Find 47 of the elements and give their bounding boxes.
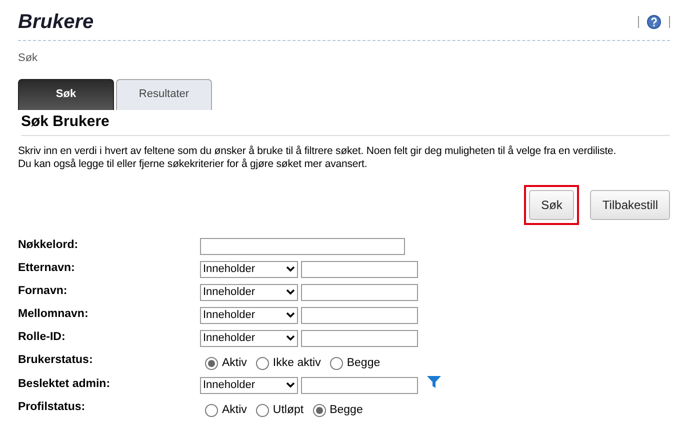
text-field[interactable]: [301, 260, 418, 278]
operator-dropdown[interactable]: Inneholder: [200, 284, 298, 300]
field-label: Mellomnavn:: [18, 306, 90, 322]
instruction-text: Skriv inn en verdi i hvert av feltene som du ønsker å bruke til å filtrere søket. Noen felt gir deg muligheten til å velge fra en verdiliste.: [18, 144, 618, 158]
instruction-text: Du kan også legge til eller fjerne søkekriterier for å gjøre søket mer avansert.: [18, 158, 368, 170]
chevron-icon: [286, 312, 295, 318]
radio-label[interactable]: Aktiv: [222, 402, 247, 419]
radio-button[interactable]: [205, 356, 218, 370]
operator-dropdown[interactable]: Inneholder: [200, 330, 298, 346]
field-label: Profilstatus:: [18, 400, 86, 415]
text-field[interactable]: [301, 306, 418, 324]
operator-dropdown[interactable]: Inneholder: [200, 260, 298, 278]
radio-label[interactable]: Aktiv: [222, 354, 247, 372]
radio-button[interactable]: [256, 356, 269, 370]
field-label: Rolle-ID:: [18, 330, 66, 344]
field-label: Beslektet admin:: [18, 376, 112, 392]
tab[interactable]: Søk: [18, 78, 114, 110]
radio-button[interactable]: [205, 404, 218, 417]
radio-label[interactable]: Utløpt: [272, 402, 304, 419]
help-icon[interactable]: [647, 15, 661, 29]
filter-icon[interactable]: [427, 376, 441, 388]
chevron-icon: [286, 335, 295, 341]
radio-button[interactable]: [330, 356, 343, 370]
operator-dropdown[interactable]: Inneholder: [200, 376, 298, 394]
radio-button[interactable]: [312, 404, 326, 417]
text-field[interactable]: [301, 330, 418, 346]
page-title: Brukere: [18, 10, 94, 34]
section-title: Søk Brukere: [21, 112, 670, 136]
chevron-icon: [286, 289, 295, 295]
operator-dropdown[interactable]: Inneholder: [200, 306, 298, 324]
radio-label[interactable]: Ikke aktiv: [272, 354, 321, 372]
radio-button[interactable]: [256, 404, 269, 417]
breadcrumb[interactable]: Søk: [18, 50, 670, 66]
text-field[interactable]: [200, 238, 405, 254]
text-field[interactable]: [301, 284, 418, 300]
field-label: Fornavn:: [18, 284, 68, 298]
search-button[interactable]: Søk: [529, 190, 574, 220]
chevron-icon: [286, 382, 295, 388]
reset-button[interactable]: Tilbakestill: [590, 190, 670, 220]
radio-label[interactable]: Begge: [330, 402, 363, 419]
radio-label[interactable]: Begge: [346, 354, 380, 372]
field-label: Brukerstatus:: [18, 352, 94, 368]
chevron-icon: [286, 266, 295, 272]
field-label: Nøkkelord:: [18, 238, 80, 252]
field-label: Etternavn:: [18, 260, 76, 276]
tab[interactable]: Resultater: [116, 78, 212, 110]
text-field[interactable]: [301, 376, 418, 394]
